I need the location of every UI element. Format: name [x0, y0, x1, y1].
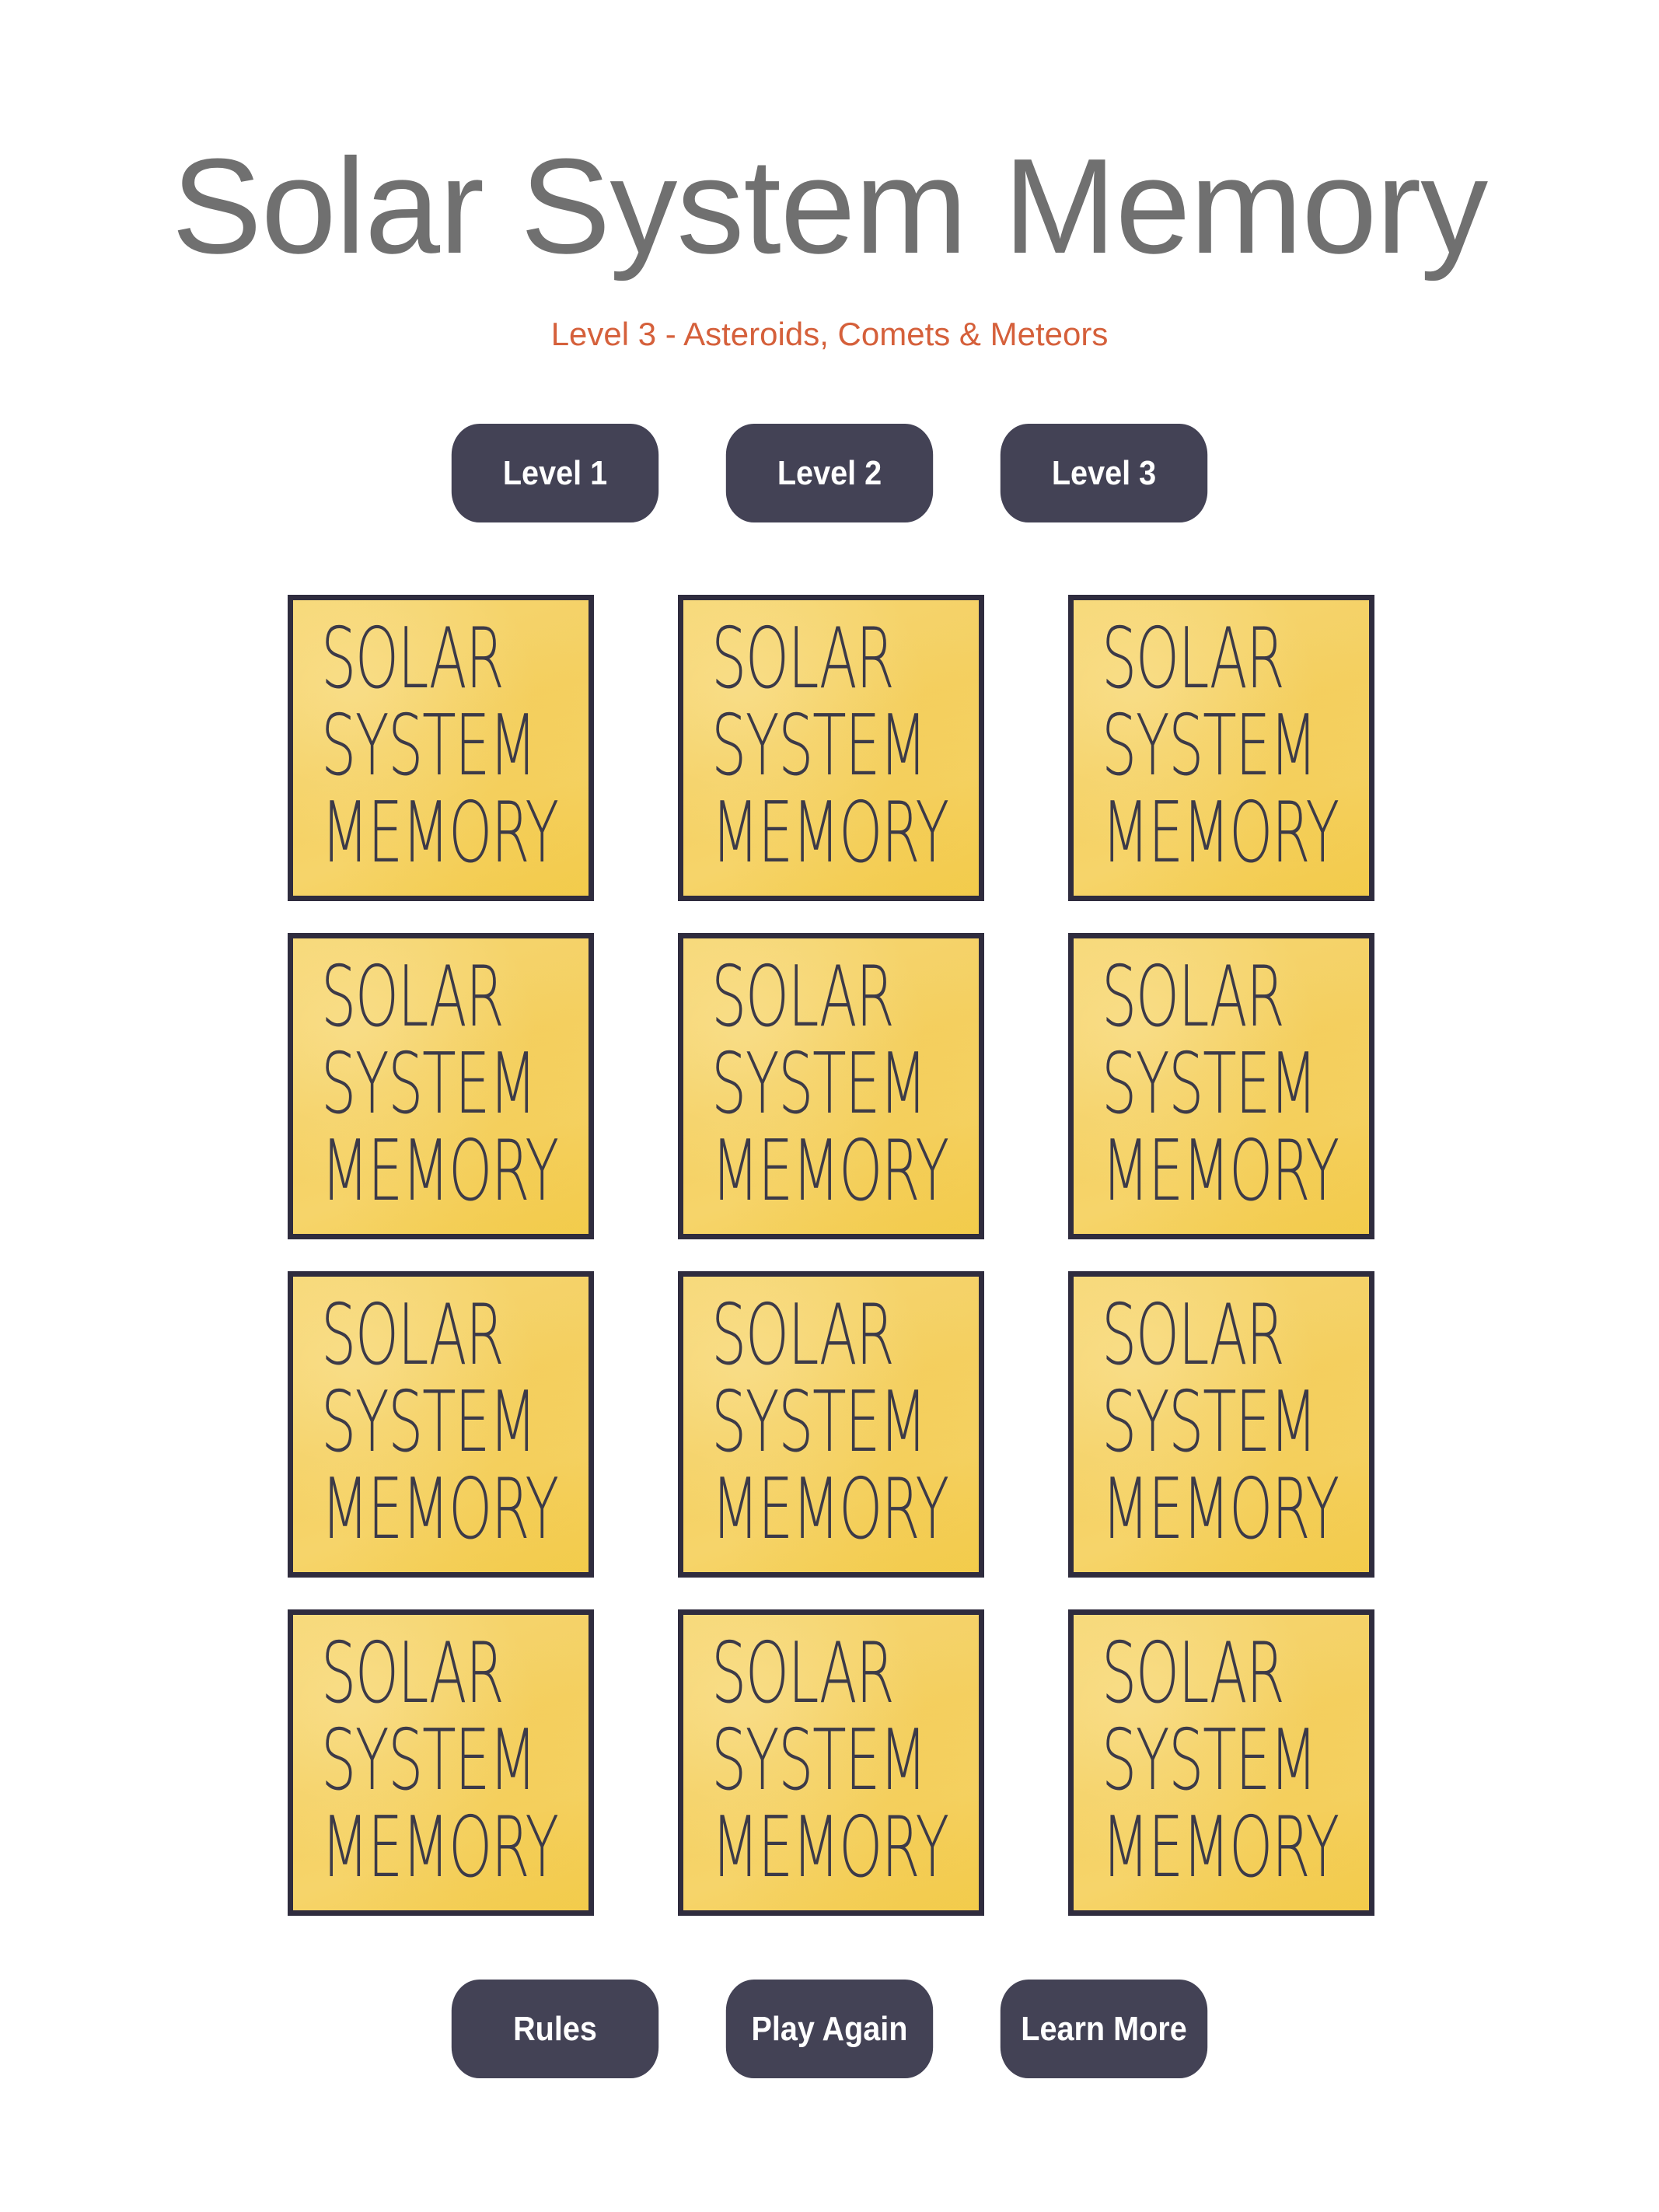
card-back-line: SOLAR — [1102, 949, 1285, 1046]
card-back-line: MEMORY — [321, 1123, 559, 1220]
card-back-line: SYSTEM — [711, 1374, 927, 1471]
rules-label: Rules — [513, 2009, 597, 2048]
level-3-label: Level 3 — [1051, 453, 1157, 492]
card-back-line: SOLAR — [321, 1625, 505, 1722]
level-2-label: Level 2 — [777, 453, 882, 492]
card-back-line: MEMORY — [1102, 1799, 1339, 1896]
play-again-label: Play Again — [751, 2009, 908, 2048]
level-2-button[interactable]: Level 2 — [725, 424, 934, 522]
card-back-line: SOLAR — [711, 949, 895, 1046]
card-back-line: SOLAR — [1102, 1625, 1285, 1722]
memory-card[interactable]: SOLAR SYSTEM MEMORY — [288, 595, 594, 901]
card-back-line: SYSTEM — [1102, 1374, 1318, 1471]
card-back-logo: SOLAR SYSTEM MEMORY — [321, 610, 559, 882]
card-back-line: SYSTEM — [1102, 697, 1318, 795]
card-back-line: SOLAR — [321, 610, 505, 708]
card-back-logo: SOLAR SYSTEM MEMORY — [1102, 616, 1339, 877]
card-back-line: SYSTEM — [321, 697, 537, 795]
game-screen: Solar System Memory Level 3 - Asteroids,… — [0, 0, 1659, 2212]
card-back-line: SOLAR — [1102, 610, 1285, 708]
card-back-logo: SOLAR SYSTEM MEMORY — [711, 1625, 949, 1896]
card-back-line: SOLAR — [321, 1287, 505, 1384]
memory-card[interactable]: SOLAR SYSTEM MEMORY — [1068, 1609, 1374, 1916]
card-back-line: MEMORY — [321, 1461, 559, 1558]
card-back-line: MEMORY — [711, 1123, 949, 1220]
card-back-line: SYSTEM — [1102, 1036, 1318, 1133]
level-1-label: Level 1 — [502, 453, 608, 492]
card-back-line: MEMORY — [1102, 1123, 1339, 1220]
card-back-logo: SOLAR SYSTEM MEMORY — [711, 949, 949, 1220]
play-again-button[interactable]: Play Again — [725, 1980, 934, 2078]
card-back-logo: SOLAR SYSTEM MEMORY — [321, 1287, 559, 1558]
level-subtitle: Level 3 - Asteroids, Comets & Meteors — [550, 316, 1109, 352]
card-back-logo: SOLAR SYSTEM MEMORY — [711, 610, 949, 882]
level-3-button[interactable]: Level 3 — [1000, 424, 1208, 522]
memory-card[interactable]: SOLAR SYSTEM MEMORY — [1068, 933, 1374, 1239]
rules-button[interactable]: Rules — [451, 1980, 659, 2078]
memory-card[interactable]: SOLAR SYSTEM MEMORY — [288, 933, 594, 1239]
level-1-button[interactable]: Level 1 — [451, 424, 659, 522]
memory-card[interactable]: SOLAR SYSTEM MEMORY — [288, 1609, 594, 1916]
card-back-logo: SOLAR SYSTEM MEMORY — [711, 1287, 949, 1558]
memory-card[interactable]: SOLAR SYSTEM MEMORY — [1068, 1271, 1374, 1578]
card-back-line: SOLAR — [711, 1625, 895, 1722]
card-back-line: SOLAR — [711, 610, 895, 708]
memory-card[interactable]: SOLAR SYSTEM MEMORY — [678, 1271, 984, 1578]
card-back-logo: SOLAR SYSTEM MEMORY — [321, 949, 559, 1220]
card-back-line: SOLAR — [321, 949, 505, 1046]
page-title: Solar System Memory — [171, 130, 1488, 281]
memory-card[interactable]: SOLAR SYSTEM MEMORY — [288, 1271, 594, 1578]
memory-card[interactable]: SOLAR SYSTEM MEMORY — [678, 933, 984, 1239]
card-back-line: SYSTEM — [711, 1036, 927, 1133]
action-bar: Rules Play Again Learn More — [0, 1980, 1659, 2078]
card-back-line: SOLAR — [1102, 1287, 1285, 1384]
card-back-logo: SOLAR SYSTEM MEMORY — [1102, 1630, 1339, 1892]
card-back-line: SYSTEM — [1102, 1712, 1318, 1809]
card-back-line: SYSTEM — [321, 1712, 537, 1809]
card-back-line: SYSTEM — [711, 697, 927, 795]
card-back-logo: SOLAR SYSTEM MEMORY — [321, 1625, 559, 1896]
learn-more-button[interactable]: Learn More — [1000, 1980, 1208, 2078]
card-back-logo: SOLAR SYSTEM MEMORY — [1102, 954, 1339, 1215]
card-back-line: SOLAR — [711, 1287, 895, 1384]
card-back-line: SYSTEM — [321, 1374, 537, 1471]
learn-more-label: Learn More — [1021, 2009, 1187, 2048]
level-selector: Level 1 Level 2 Level 3 — [0, 424, 1659, 522]
card-back-line: MEMORY — [1102, 785, 1339, 882]
card-back-line: MEMORY — [711, 785, 949, 882]
memory-card[interactable]: SOLAR SYSTEM MEMORY — [1068, 595, 1374, 901]
card-back-line: MEMORY — [711, 1799, 949, 1896]
memory-card[interactable]: SOLAR SYSTEM MEMORY — [678, 595, 984, 901]
memory-card[interactable]: SOLAR SYSTEM MEMORY — [678, 1609, 984, 1916]
card-back-line: MEMORY — [1102, 1461, 1339, 1558]
card-back-logo: SOLAR SYSTEM MEMORY — [1102, 1292, 1339, 1553]
card-back-line: SYSTEM — [321, 1036, 537, 1133]
card-back-line: SYSTEM — [711, 1712, 927, 1809]
card-back-line: MEMORY — [321, 785, 559, 882]
card-back-line: MEMORY — [321, 1799, 559, 1896]
card-back-line: MEMORY — [711, 1461, 949, 1558]
card-grid: SOLAR SYSTEM MEMORY SOLAR SYSTEM MEMORY SOLAR S… — [288, 595, 1374, 1916]
